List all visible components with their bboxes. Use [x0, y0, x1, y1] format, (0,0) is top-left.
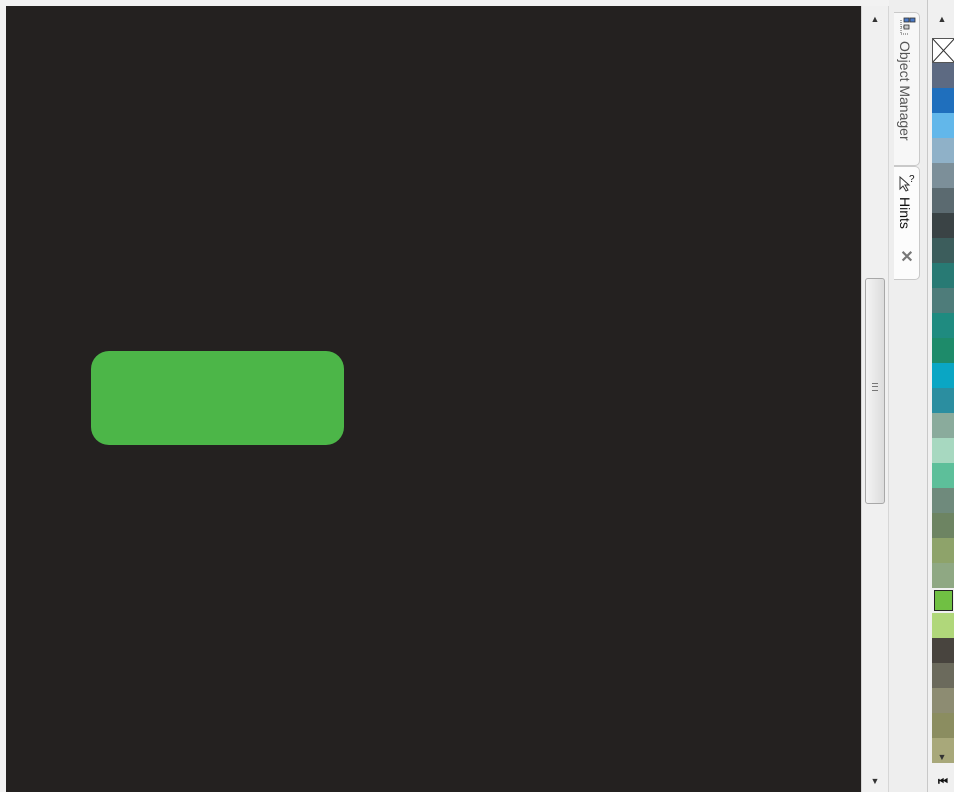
color-swatch[interactable]: [932, 663, 954, 688]
color-swatch[interactable]: [932, 163, 954, 188]
green-rounded-rectangle[interactable]: [91, 351, 344, 445]
drawing-canvas[interactable]: [6, 6, 861, 792]
no-color-swatch[interactable]: [932, 38, 954, 63]
vertical-scrollbar[interactable]: ▲ ▼: [861, 6, 889, 792]
docker-tabs: Object Manager ? Hints ✕: [889, 0, 927, 792]
object-manager-label: Object Manager: [897, 41, 913, 141]
tab-object-manager[interactable]: Object Manager: [894, 12, 920, 166]
color-swatch[interactable]: [932, 188, 954, 213]
color-swatch[interactable]: [932, 238, 954, 263]
color-swatch[interactable]: [932, 638, 954, 663]
color-swatch[interactable]: [932, 63, 954, 88]
color-swatch[interactable]: [932, 438, 954, 463]
grip-icon: [872, 383, 878, 391]
hints-cursor-icon: ?: [899, 174, 915, 192]
color-swatch[interactable]: [932, 388, 954, 413]
color-swatch[interactable]: [932, 138, 954, 163]
app-window: ▲ ▼ Object Manager ? Hints ✕ ▲ ▼ ⏮: [0, 0, 954, 792]
svg-text:?: ?: [909, 174, 915, 185]
color-swatch[interactable]: [932, 313, 954, 338]
object-manager-icon: [900, 17, 916, 35]
color-swatch[interactable]: [932, 463, 954, 488]
color-swatch[interactable]: [932, 563, 954, 588]
tab-hints[interactable]: ? Hints ✕: [894, 166, 920, 280]
color-swatch[interactable]: [932, 688, 954, 713]
color-swatch[interactable]: [932, 363, 954, 388]
color-swatch[interactable]: [932, 488, 954, 513]
color-swatch[interactable]: [932, 538, 954, 563]
color-palette: ▲ ▼ ⏮: [927, 0, 954, 792]
scroll-down-arrow-icon[interactable]: ▼: [862, 772, 888, 790]
palette-first-icon[interactable]: ⏮: [932, 772, 954, 792]
color-swatch[interactable]: [932, 288, 954, 313]
palette-scroll-up-icon[interactable]: ▲: [931, 8, 953, 30]
color-swatch[interactable]: [932, 263, 954, 288]
color-swatch[interactable]: [932, 88, 954, 113]
scroll-up-arrow-icon[interactable]: ▲: [862, 10, 888, 28]
palette-scroll-down-icon[interactable]: ▼: [931, 746, 953, 768]
color-swatch[interactable]: [932, 713, 954, 738]
color-swatch[interactable]: [932, 213, 954, 238]
color-swatch[interactable]: [932, 413, 954, 438]
color-swatch[interactable]: [932, 588, 954, 613]
close-icon[interactable]: ✕: [897, 249, 917, 267]
color-swatch[interactable]: [932, 513, 954, 538]
color-swatch[interactable]: [932, 338, 954, 363]
color-swatch[interactable]: [932, 613, 954, 638]
color-swatch[interactable]: [932, 113, 954, 138]
scrollbar-thumb[interactable]: [865, 278, 885, 504]
palette-swatches: [932, 38, 954, 763]
hints-label: Hints: [897, 197, 913, 229]
